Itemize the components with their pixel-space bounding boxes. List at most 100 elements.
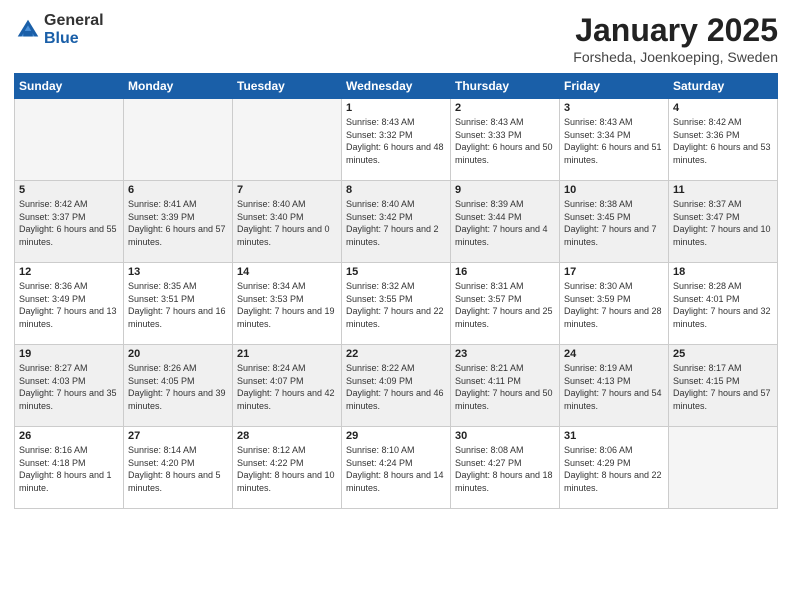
calendar: SundayMondayTuesdayWednesdayThursdayFrid… [14,73,778,509]
day-number: 3 [564,102,664,114]
calendar-cell: 28 Sunrise: 8:12 AM Sunset: 4:22 PM Dayli… [233,427,342,509]
calendar-cell: 6Sunrise: 8:41 AM Sunset: 3:39 PM Daylig… [124,181,233,263]
day-info: Sunrise: 8:28 AM Sunset: 4:01 PM Dayligh… [673,280,773,330]
day-number: 25 [673,348,773,360]
calendar-cell [669,427,778,509]
logo: General Blue [14,12,104,47]
calendar-cell: 31Sunrise: 8:06 AM Sunset: 4:29 PM Dayli… [560,427,669,509]
logo-icon [14,16,42,44]
calendar-cell: 10 Sunrise: 8:38 AM Sunset: 3:45 PM Dayli… [560,181,669,263]
calendar-cell: 27Sunrise: 8:14 AM Sunset: 4:20 PM Dayli… [124,427,233,509]
calendar-cell: 25Sunrise: 8:17 AM Sunset: 4:15 PM Dayli… [669,345,778,427]
day-number: 28 [237,430,337,442]
day-info: Sunrise: 8:37 AM Sunset: 3:47 PM Dayligh… [673,198,773,248]
calendar-cell: 20 Sunrise: 8:26 AM Sunset: 4:05 PM Dayli… [124,345,233,427]
day-number: 15 [346,266,446,278]
calendar-cell: 13 Sunrise: 8:35 AM Sunset: 3:51 PM Dayli… [124,263,233,345]
day-number: 12 [19,266,119,278]
day-info: Sunrise: 8:26 AM Sunset: 4:05 PM Dayligh… [128,362,228,412]
day-info: Sunrise: 8:36 AM Sunset: 3:49 PM Dayligh… [19,280,119,330]
calendar-cell: 24 Sunrise: 8:19 AM Sunset: 4:13 PM Dayli… [560,345,669,427]
logo-blue-text: Blue [44,30,104,48]
day-info: Sunrise: 8:42 AM Sunset: 3:36 PM Dayligh… [673,116,773,166]
day-info: Sunrise: 8:43 AM Sunset: 3:33 PM Dayligh… [455,116,555,166]
day-info: Sunrise: 8:38 AM Sunset: 3:45 PM Dayligh… [564,198,664,248]
day-info: Sunrise: 8:12 AM Sunset: 4:22 PM Dayligh… [237,444,337,494]
calendar-cell: 21Sunrise: 8:24 AM Sunset: 4:07 PM Dayli… [233,345,342,427]
calendar-cell: 26 Sunrise: 8:16 AM Sunset: 4:18 PM Dayli… [15,427,124,509]
day-info: Sunrise: 8:22 AM Sunset: 4:09 PM Dayligh… [346,362,446,412]
calendar-header-sunday: Sunday [15,74,124,99]
location: Forsheda, Joenkoeping, Sweden [573,49,778,65]
day-number: 6 [128,184,228,196]
day-number: 21 [237,348,337,360]
day-info: Sunrise: 8:40 AM Sunset: 3:42 PM Dayligh… [346,198,446,248]
day-number: 18 [673,266,773,278]
day-info: Sunrise: 8:34 AM Sunset: 3:53 PM Dayligh… [237,280,337,330]
page: General Blue January 2025 Forsheda, Joen… [0,0,792,612]
calendar-cell: 30 Sunrise: 8:08 AM Sunset: 4:27 PM Dayli… [451,427,560,509]
calendar-header-thursday: Thursday [451,74,560,99]
day-number: 26 [19,430,119,442]
day-number: 17 [564,266,664,278]
calendar-cell: 16 Sunrise: 8:31 AM Sunset: 3:57 PM Dayli… [451,263,560,345]
logo-general-text: General [44,12,104,30]
day-number: 23 [455,348,555,360]
calendar-cell: 17 Sunrise: 8:30 AM Sunset: 3:59 PM Dayli… [560,263,669,345]
day-number: 9 [455,184,555,196]
day-number: 8 [346,184,446,196]
calendar-header-wednesday: Wednesday [342,74,451,99]
calendar-week-row: 26 Sunrise: 8:16 AM Sunset: 4:18 PM Dayli… [15,427,778,509]
day-info: Sunrise: 8:27 AM Sunset: 4:03 PM Dayligh… [19,362,119,412]
day-number: 13 [128,266,228,278]
day-number: 16 [455,266,555,278]
day-number: 22 [346,348,446,360]
day-info: Sunrise: 8:19 AM Sunset: 4:13 PM Dayligh… [564,362,664,412]
calendar-week-row: 1Sunrise: 8:43 AM Sunset: 3:32 PM Daylig… [15,99,778,181]
day-number: 27 [128,430,228,442]
header: General Blue January 2025 Forsheda, Joen… [14,12,778,65]
day-number: 24 [564,348,664,360]
day-number: 20 [128,348,228,360]
day-info: Sunrise: 8:31 AM Sunset: 3:57 PM Dayligh… [455,280,555,330]
day-info: Sunrise: 8:40 AM Sunset: 3:40 PM Dayligh… [237,198,337,248]
calendar-cell: 7 Sunrise: 8:40 AM Sunset: 3:40 PM Daylig… [233,181,342,263]
calendar-cell [15,99,124,181]
month-title: January 2025 [573,12,778,49]
day-info: Sunrise: 8:10 AM Sunset: 4:24 PM Dayligh… [346,444,446,494]
day-number: 30 [455,430,555,442]
day-number: 19 [19,348,119,360]
calendar-cell: 1Sunrise: 8:43 AM Sunset: 3:32 PM Daylig… [342,99,451,181]
calendar-cell: 5Sunrise: 8:42 AM Sunset: 3:37 PM Daylig… [15,181,124,263]
calendar-cell: 8 Sunrise: 8:40 AM Sunset: 3:42 PM Daylig… [342,181,451,263]
day-info: Sunrise: 8:42 AM Sunset: 3:37 PM Dayligh… [19,198,119,248]
calendar-week-row: 5Sunrise: 8:42 AM Sunset: 3:37 PM Daylig… [15,181,778,263]
calendar-cell [124,99,233,181]
day-number: 10 [564,184,664,196]
day-number: 11 [673,184,773,196]
calendar-cell: 18 Sunrise: 8:28 AM Sunset: 4:01 PM Dayli… [669,263,778,345]
day-number: 4 [673,102,773,114]
calendar-cell: 14 Sunrise: 8:34 AM Sunset: 3:53 PM Dayli… [233,263,342,345]
logo-text: General Blue [44,12,104,47]
day-info: Sunrise: 8:16 AM Sunset: 4:18 PM Dayligh… [19,444,119,494]
day-number: 31 [564,430,664,442]
calendar-cell: 22 Sunrise: 8:22 AM Sunset: 4:09 PM Dayli… [342,345,451,427]
day-info: Sunrise: 8:21 AM Sunset: 4:11 PM Dayligh… [455,362,555,412]
calendar-cell: 15Sunrise: 8:32 AM Sunset: 3:55 PM Dayli… [342,263,451,345]
day-number: 2 [455,102,555,114]
day-info: Sunrise: 8:35 AM Sunset: 3:51 PM Dayligh… [128,280,228,330]
calendar-cell: 11 Sunrise: 8:37 AM Sunset: 3:47 PM Dayli… [669,181,778,263]
day-number: 14 [237,266,337,278]
calendar-cell: 29Sunrise: 8:10 AM Sunset: 4:24 PM Dayli… [342,427,451,509]
calendar-cell: 4 Sunrise: 8:42 AM Sunset: 3:36 PM Daylig… [669,99,778,181]
day-number: 7 [237,184,337,196]
calendar-cell [233,99,342,181]
day-info: Sunrise: 8:43 AM Sunset: 3:32 PM Dayligh… [346,116,446,166]
day-info: Sunrise: 8:30 AM Sunset: 3:59 PM Dayligh… [564,280,664,330]
calendar-header-saturday: Saturday [669,74,778,99]
day-info: Sunrise: 8:43 AM Sunset: 3:34 PM Dayligh… [564,116,664,166]
calendar-cell: 12 Sunrise: 8:36 AM Sunset: 3:49 PM Dayli… [15,263,124,345]
day-info: Sunrise: 8:08 AM Sunset: 4:27 PM Dayligh… [455,444,555,494]
calendar-header-friday: Friday [560,74,669,99]
